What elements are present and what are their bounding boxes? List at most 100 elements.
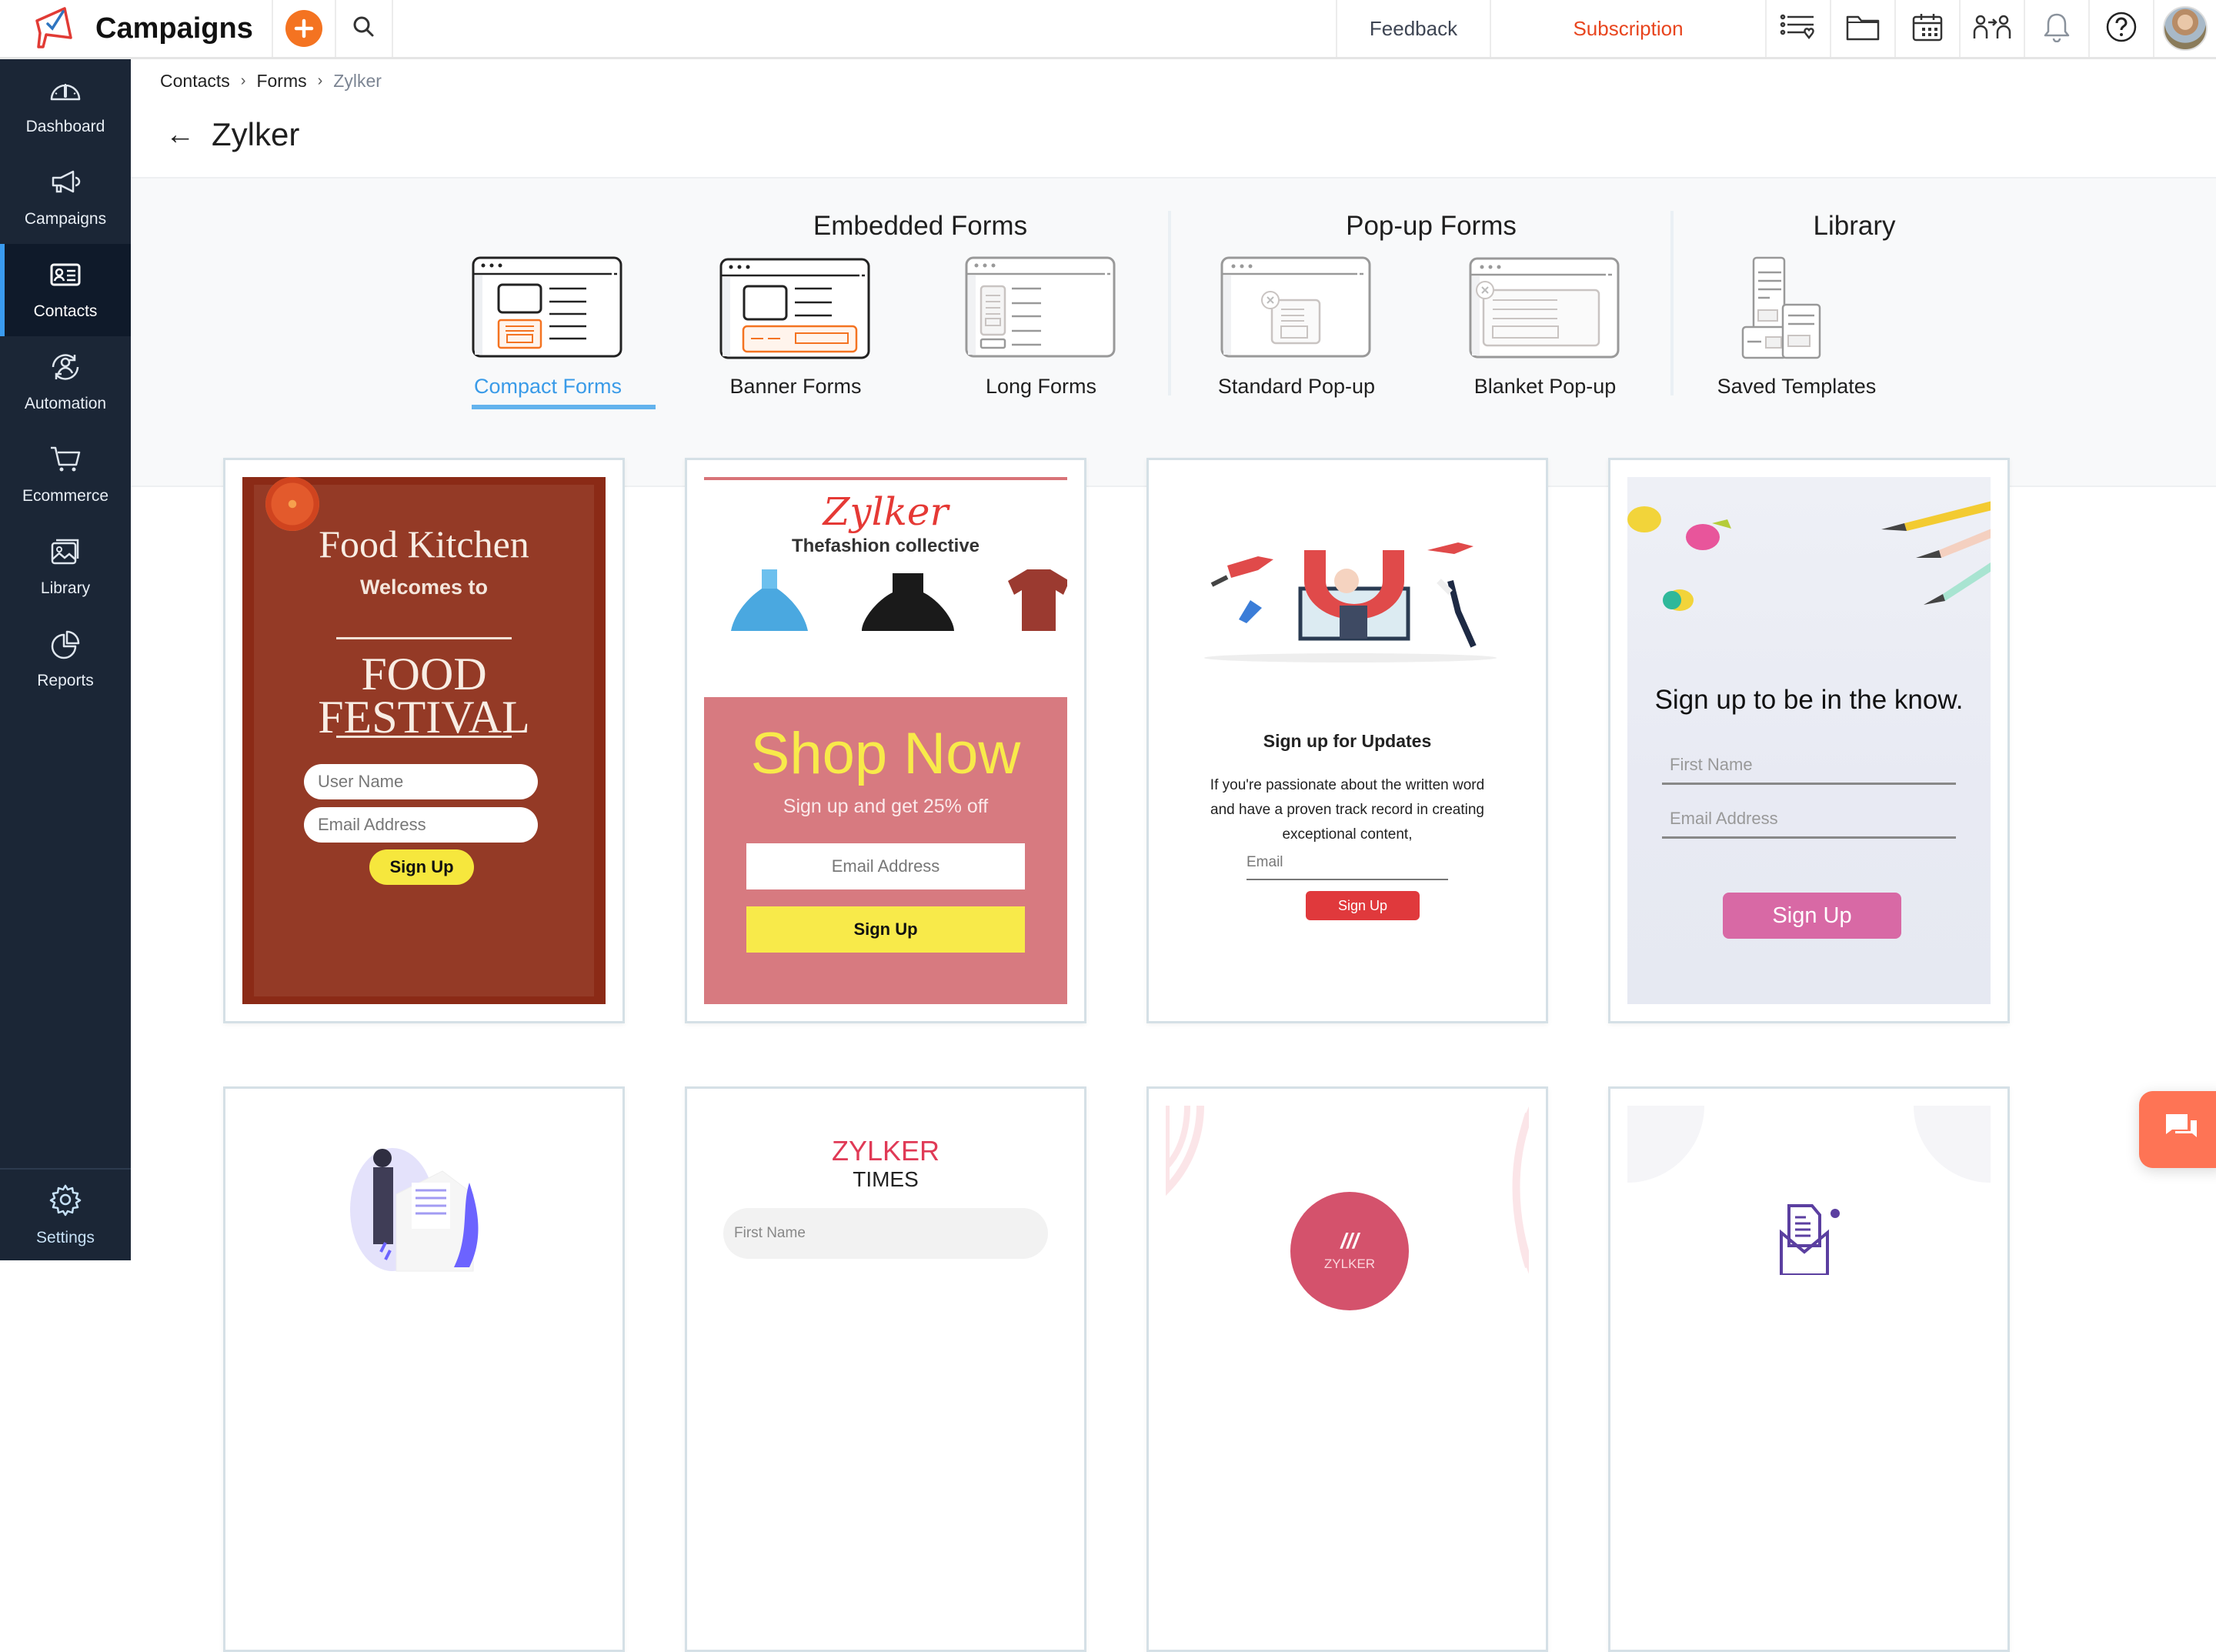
- zylker-logo-circle: /// ZYLKER: [1290, 1192, 1409, 1310]
- tab-long-forms[interactable]: Long Forms: [949, 255, 1133, 399]
- mail-icon: [1780, 1204, 1840, 1275]
- signup-forms-button[interactable]: [1767, 0, 1831, 57]
- envelope-illustration-preview: [242, 1106, 606, 1633]
- avatar: [2163, 6, 2208, 51]
- compact-form-icon: [471, 255, 625, 364]
- blanket-popup-icon: [1468, 255, 1622, 364]
- in-the-know-preview: Sign up to be in the know. First Name Em…: [1627, 477, 1991, 1004]
- contact-card-icon: [48, 259, 82, 295]
- template-card[interactable]: Zylker Thefashion collective Shop Now Si…: [685, 458, 1086, 1023]
- sidebar-item-label: Reports: [37, 672, 94, 689]
- group-title-library: Library: [1813, 211, 1896, 241]
- folder-button[interactable]: [1831, 0, 1896, 57]
- divider: [704, 477, 1067, 480]
- template-logo: Zylker: [823, 489, 949, 534]
- pie-chart-icon: [48, 629, 82, 664]
- sidebar: Dashboard Campaigns Contacts Automation …: [0, 59, 131, 1260]
- tab-compact-forms[interactable]: Compact Forms: [456, 255, 640, 399]
- sign-up-updates-preview: Sign up for Updates If you're passionate…: [1166, 477, 1529, 1004]
- bell-icon: [2043, 12, 2071, 46]
- add-icon: [285, 10, 322, 47]
- app-name: Campaigns: [95, 12, 253, 45]
- template-card[interactable]: Food Kitchen Welcomes to FOOD FESTIVAL U…: [223, 458, 625, 1023]
- sidebar-item-label: Campaigns: [24, 210, 107, 228]
- sidebar-item-label: Library: [40, 579, 91, 597]
- food-kitchen-preview: Food Kitchen Welcomes to FOOD FESTIVAL U…: [242, 477, 606, 1004]
- template-tagline: Thefashion collective: [791, 536, 980, 556]
- help-button[interactable]: [2090, 0, 2154, 57]
- preview-field: First Name: [723, 1208, 1048, 1259]
- pencils-image: [1627, 501, 1991, 611]
- help-icon: [2105, 11, 2138, 47]
- preview-field: Email Address: [304, 807, 538, 843]
- notifications-button[interactable]: [2025, 0, 2090, 57]
- subscription-link[interactable]: Subscription: [1491, 0, 1767, 57]
- group-title-embedded: Embedded Forms: [813, 211, 1028, 241]
- chat-support-button[interactable]: [2139, 1091, 2216, 1168]
- black-dress-image: [862, 573, 954, 631]
- sidebar-item-label: Ecommerce: [22, 487, 109, 505]
- template-card[interactable]: /// ZYLKER: [1146, 1086, 1548, 1652]
- sidebar-item-campaigns[interactable]: Campaigns: [0, 152, 131, 244]
- preview-field: First Name: [1662, 746, 1956, 785]
- preview-signup-button: Sign Up: [1723, 893, 1901, 939]
- preview-field: Email Address: [1662, 800, 1956, 839]
- campaigns-logo-icon: [31, 4, 78, 54]
- brand[interactable]: Campaigns: [0, 0, 273, 57]
- template-title: Food Kitchen: [319, 522, 529, 566]
- profile-button[interactable]: [2154, 0, 2216, 57]
- search-button[interactable]: [336, 0, 393, 57]
- folder-icon: [1845, 12, 1881, 45]
- sidebar-item-library[interactable]: Library: [0, 521, 131, 613]
- template-card[interactable]: Sign up for Updates If you're passionate…: [1146, 458, 1548, 1023]
- calendar-icon: [1911, 12, 1944, 46]
- users-transfer-button[interactable]: [1961, 0, 2025, 57]
- sidebar-item-ecommerce[interactable]: Ecommerce: [0, 429, 131, 521]
- group-divider: [1670, 211, 1674, 395]
- tab-label: Banner Forms: [729, 375, 862, 398]
- tab-banner-forms[interactable]: Banner Forms: [703, 255, 888, 399]
- preview-signup-button: Sign Up: [369, 849, 474, 885]
- preview-field: User Name: [304, 764, 538, 799]
- add-button[interactable]: [273, 0, 336, 57]
- template-title: Sign up to be in the know.: [1654, 685, 1964, 715]
- template-card[interactable]: [1608, 1086, 2010, 1652]
- template-card[interactable]: [223, 1086, 625, 1652]
- calendar-button[interactable]: [1896, 0, 1961, 57]
- page-title: Zylker: [212, 116, 300, 152]
- tab-standard-popup[interactable]: Standard Pop-up: [1204, 255, 1389, 399]
- sidebar-item-dashboard[interactable]: Dashboard: [0, 59, 131, 152]
- sidebar-item-settings[interactable]: Settings: [0, 1168, 131, 1260]
- cart-icon: [48, 444, 82, 479]
- title-row: ← Zylker: [165, 116, 299, 153]
- breadcrumb-forms[interactable]: Forms: [256, 71, 306, 92]
- tab-blanket-popup[interactable]: Blanket Pop-up: [1453, 255, 1637, 399]
- feedback-link[interactable]: Feedback: [1337, 0, 1491, 57]
- users-transfer-icon: [1973, 13, 2011, 45]
- divider: [336, 637, 512, 639]
- sidebar-item-reports[interactable]: Reports: [0, 613, 131, 706]
- tab-label: Long Forms: [985, 375, 1097, 398]
- breadcrumb-contacts[interactable]: Contacts: [160, 71, 230, 92]
- person-envelope-illustration: [350, 1148, 479, 1272]
- zylker-times-preview: ZYLKER TIMES First Name: [704, 1106, 1067, 1633]
- tab-label: Blanket Pop-up: [1473, 375, 1617, 398]
- signup-forms-icon: [1780, 13, 1817, 45]
- banner-form-icon: [719, 255, 873, 364]
- template-body: If you're passionate about the written w…: [1210, 777, 1485, 843]
- back-arrow-icon[interactable]: ←: [165, 118, 195, 152]
- tab-label: Standard Pop-up: [1217, 375, 1376, 398]
- preview-signup-button: Sign Up: [746, 906, 1025, 953]
- sidebar-item-contacts[interactable]: Contacts: [0, 244, 131, 336]
- tab-saved-templates[interactable]: Saved Templates: [1704, 255, 1889, 399]
- main-content: Contacts › Forms › Zylker ← Zylker Embed…: [131, 59, 2216, 1652]
- divider: [336, 736, 512, 738]
- template-card[interactable]: Sign up to be in the know. First Name Em…: [1608, 458, 2010, 1023]
- sidebar-item-automation[interactable]: Automation: [0, 336, 131, 429]
- settings-label: Settings: [36, 1229, 95, 1247]
- images-icon: [48, 536, 82, 572]
- template-title: Sign up for Updates: [1263, 731, 1432, 751]
- group-title-popup: Pop-up Forms: [1346, 211, 1517, 241]
- template-card[interactable]: ZYLKER TIMES First Name: [685, 1086, 1086, 1652]
- template-subtitle: TIMES: [853, 1167, 919, 1191]
